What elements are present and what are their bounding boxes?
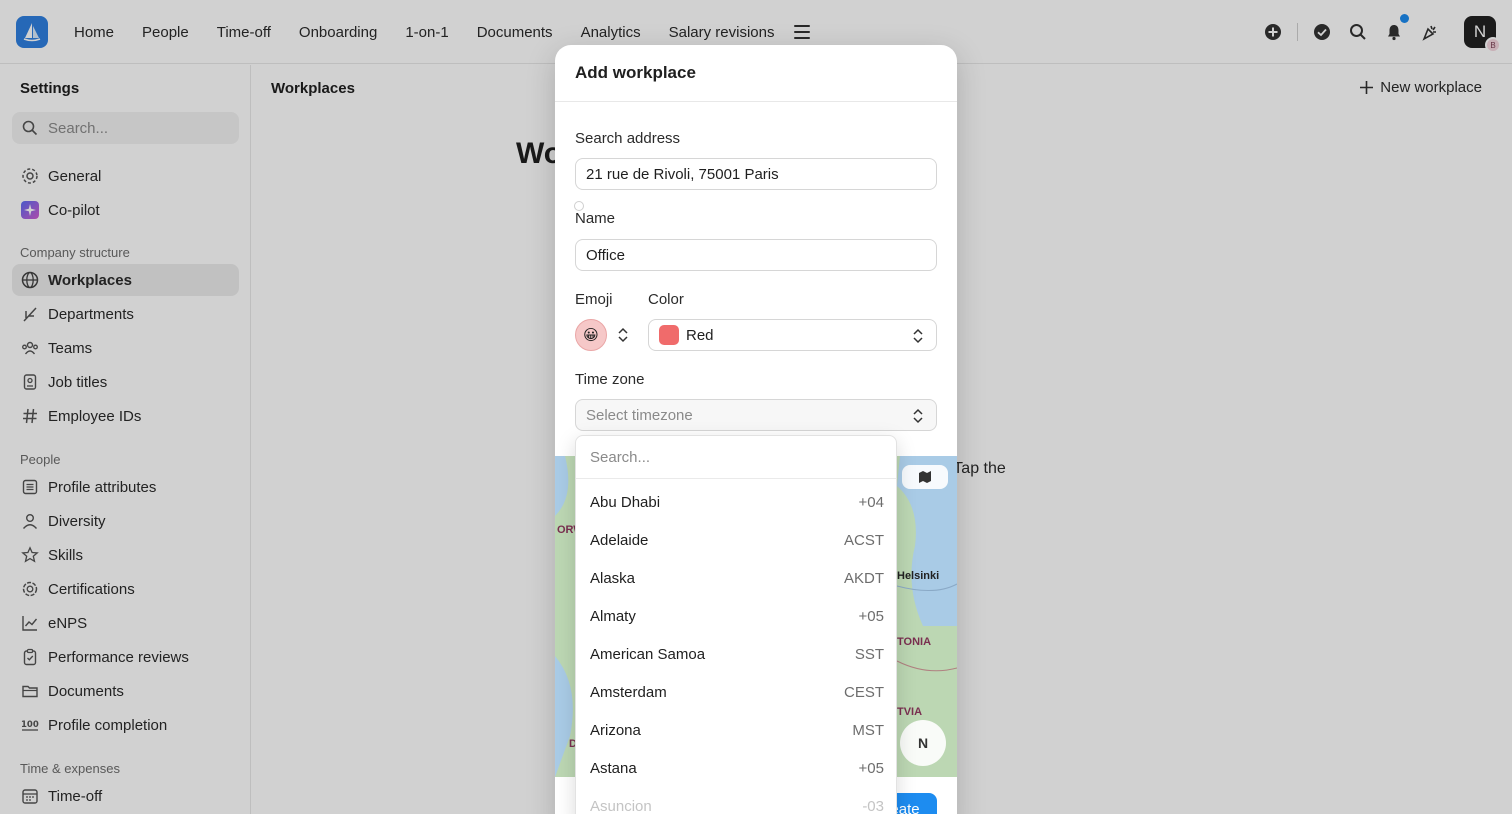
timezone-name: Almaty: [590, 607, 636, 625]
timezone-name: Abu Dhabi: [590, 493, 661, 511]
timezone-option[interactable]: Asuncion -03: [576, 787, 896, 814]
emoji-picker-button[interactable]: 😀: [575, 319, 607, 351]
timezone-option[interactable]: Arizona MST: [576, 711, 896, 749]
timezone-label: Time zone: [575, 371, 645, 388]
color-select[interactable]: Red: [648, 319, 937, 351]
timezone-dropdown: Search... Abu Dhabi +04 Adelaide ACST Alas…: [575, 435, 897, 814]
timezone-name: Arizona: [590, 721, 641, 739]
timezone-abbr: AKDT: [843, 569, 884, 587]
timezone-option[interactable]: Adelaide ACST: [576, 521, 896, 559]
modal-title: Add workplace: [555, 45, 957, 102]
timezone-select[interactable]: Select timezone: [575, 399, 937, 431]
timezone-placeholder: Select timezone: [586, 406, 693, 424]
timezone-name: American Samoa: [590, 645, 706, 663]
name-input[interactable]: Office: [575, 239, 937, 271]
timezone-search-input[interactable]: Search...: [576, 436, 896, 479]
timezone-option[interactable]: Amsterdam CEST: [576, 673, 896, 711]
timezone-abbr: +04: [858, 493, 884, 511]
timezone-option[interactable]: American Samoa SST: [576, 635, 896, 673]
timezone-name: Astana: [590, 759, 637, 777]
map-label-tvia: TVIA: [897, 706, 923, 718]
chevron-updown-icon: [913, 328, 923, 344]
map-mode-icon[interactable]: [902, 465, 948, 489]
chevron-updown-icon: [913, 408, 923, 424]
timezone-abbr: -03: [862, 797, 884, 814]
compass-icon[interactable]: N: [900, 720, 946, 766]
timezone-abbr: +05: [858, 759, 884, 777]
address-input[interactable]: 21 rue de Rivoli, 75001 Paris: [575, 158, 937, 190]
timezone-name: Alaska: [590, 569, 636, 587]
map-label-helsinki: Helsinki: [897, 570, 940, 582]
timezone-abbr: MST: [852, 721, 884, 739]
color-value: Red: [686, 326, 714, 344]
timezone-abbr: ACST: [843, 531, 884, 549]
timezone-name: Asuncion: [590, 797, 652, 814]
color-swatch: [659, 325, 679, 345]
timezone-abbr: SST: [854, 645, 884, 663]
timezone-name: Adelaide: [590, 531, 649, 549]
address-label: Search address: [575, 130, 681, 147]
map-label-tonia: TONIA: [897, 636, 932, 648]
chevron-updown-icon[interactable]: [617, 327, 629, 347]
timezone-option[interactable]: Alaska AKDT: [576, 559, 896, 597]
name-label: Name: [575, 210, 616, 227]
timezone-option[interactable]: Almaty +05: [576, 597, 896, 635]
timezone-option[interactable]: Abu Dhabi +04: [576, 483, 896, 521]
emoji-label: Emoji: [575, 291, 613, 308]
timezone-abbr: +05: [858, 607, 884, 625]
timezone-option[interactable]: Astana +05: [576, 749, 896, 787]
timezone-name: Amsterdam: [590, 683, 667, 701]
color-label: Color: [648, 291, 684, 308]
timezone-abbr: CEST: [843, 683, 884, 701]
